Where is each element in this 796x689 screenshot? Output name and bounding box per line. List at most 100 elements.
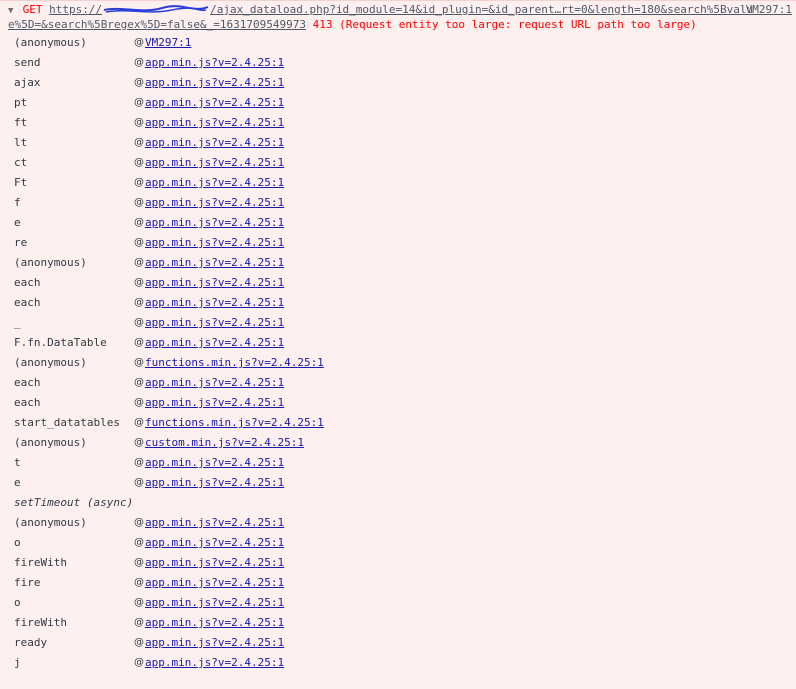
stack-frame-source-link[interactable]: app.min.js?v=2.4.25:1 bbox=[145, 233, 284, 253]
call-stack: (anonymous) @ VM297:1 send @ app.min.js?v=2.4… bbox=[0, 33, 796, 673]
stack-frame-source-link[interactable]: app.min.js?v=2.4.25:1 bbox=[145, 213, 284, 233]
stack-frame-at: @ bbox=[134, 337, 144, 348]
stack-frame: o @ app.min.js?v=2.4.25:1 bbox=[0, 533, 796, 553]
stack-frame-source-link[interactable]: app.min.js?v=2.4.25:1 bbox=[145, 573, 284, 593]
request-url[interactable]: https:// /ajax_dataload.php?id_module=14&… bbox=[49, 3, 753, 16]
stack-frame-function: re bbox=[14, 236, 28, 249]
stack-frame-at: @ bbox=[134, 557, 144, 568]
request-url-prefix: https:// bbox=[49, 3, 103, 16]
stack-frame-source-link[interactable]: app.min.js?v=2.4.25:1 bbox=[145, 613, 284, 633]
stack-frame-function: _ bbox=[14, 316, 21, 329]
stack-frame-source-link[interactable]: functions.min.js?v=2.4.25:1 bbox=[145, 353, 324, 373]
stack-frame: start_datatables @ functions.min.js?v=2.4.… bbox=[0, 413, 796, 433]
request-method: GET bbox=[22, 3, 43, 16]
stack-frame-source-link[interactable]: functions.min.js?v=2.4.25:1 bbox=[145, 413, 324, 433]
stack-frame-source-link[interactable]: app.min.js?v=2.4.25:1 bbox=[145, 93, 284, 113]
stack-frame-source-link[interactable]: app.min.js?v=2.4.25:1 bbox=[145, 513, 284, 533]
stack-frame: lt @ app.min.js?v=2.4.25:1 bbox=[0, 133, 796, 153]
async-separator: setTimeout (async) bbox=[0, 493, 796, 513]
status-message: 413 (Request entity too large: request U… bbox=[312, 18, 697, 31]
stack-frame-source-link[interactable]: app.min.js?v=2.4.25:1 bbox=[145, 193, 284, 213]
stack-frame-function: fireWith bbox=[14, 616, 67, 629]
stack-frame-function: ft bbox=[14, 116, 28, 129]
stack-frame-at: @ bbox=[134, 177, 144, 188]
stack-frame: (anonymous) @ custom.min.js?v=2.4.25:1 bbox=[0, 433, 796, 453]
stack-frame-function: e bbox=[14, 476, 21, 489]
source-link[interactable]: VM297:1 bbox=[746, 3, 792, 17]
stack-frame-at: @ bbox=[134, 237, 144, 248]
stack-frame: fireWith @ app.min.js?v=2.4.25:1 bbox=[0, 613, 796, 633]
stack-frame-at: @ bbox=[134, 457, 144, 468]
request-url-suffix: /ajax_dataload.php?id_module=14&id_plugi… bbox=[210, 3, 754, 16]
request-url-continued[interactable]: e%5D=&search%5Bregex%5D=false&_=16317095… bbox=[8, 18, 306, 31]
stack-frame-at: @ bbox=[134, 77, 144, 88]
stack-frame: fire @ app.min.js?v=2.4.25:1 bbox=[0, 573, 796, 593]
stack-frame-source-link[interactable]: app.min.js?v=2.4.25:1 bbox=[145, 333, 284, 353]
stack-frame-at: @ bbox=[134, 137, 144, 148]
stack-frame-source-link[interactable]: app.min.js?v=2.4.25:1 bbox=[145, 393, 284, 413]
stack-frame-at: @ bbox=[134, 157, 144, 168]
stack-frame-source-link[interactable]: VM297:1 bbox=[145, 33, 191, 53]
console-error-message: ▼ GET https:// /ajax_dataload.php?id_modu… bbox=[0, 0, 796, 689]
stack-frame-function: each bbox=[14, 296, 41, 309]
stack-frame-source-link[interactable]: app.min.js?v=2.4.25:1 bbox=[145, 153, 284, 173]
stack-frame-function: setTimeout (async) bbox=[14, 496, 134, 509]
stack-frame: o @ app.min.js?v=2.4.25:1 bbox=[0, 593, 796, 613]
stack-frame-function: t bbox=[14, 456, 21, 469]
collapse-arrow-icon[interactable]: ▼ bbox=[8, 4, 16, 18]
stack-frame-function: ct bbox=[14, 156, 28, 169]
stack-frame-at: @ bbox=[134, 317, 144, 328]
stack-frame: F.fn.DataTable @ app.min.js?v=2.4.25:1 bbox=[0, 333, 796, 353]
stack-frame: fireWith @ app.min.js?v=2.4.25:1 bbox=[0, 553, 796, 573]
stack-frame-function: fire bbox=[14, 576, 41, 589]
stack-frame-source-link[interactable]: app.min.js?v=2.4.25:1 bbox=[145, 653, 284, 673]
stack-frame-at: @ bbox=[134, 637, 144, 648]
stack-frame: ajax @ app.min.js?v=2.4.25:1 bbox=[0, 73, 796, 93]
stack-frame-at: @ bbox=[134, 597, 144, 608]
stack-frame-source-link[interactable]: app.min.js?v=2.4.25:1 bbox=[145, 113, 284, 133]
stack-frame-function: F.fn.DataTable bbox=[14, 336, 107, 349]
stack-frame-source-link[interactable]: app.min.js?v=2.4.25:1 bbox=[145, 453, 284, 473]
stack-frame-source-link[interactable]: app.min.js?v=2.4.25:1 bbox=[145, 553, 284, 573]
stack-frame: each @ app.min.js?v=2.4.25:1 bbox=[0, 293, 796, 313]
stack-frame-function: o bbox=[14, 536, 21, 549]
stack-frame-at: @ bbox=[134, 577, 144, 588]
stack-frame-at: @ bbox=[134, 277, 144, 288]
stack-frame-source-link[interactable]: app.min.js?v=2.4.25:1 bbox=[145, 313, 284, 333]
stack-frame-function: (anonymous) bbox=[14, 356, 87, 369]
stack-frame-source-link[interactable]: app.min.js?v=2.4.25:1 bbox=[145, 253, 284, 273]
stack-frame: (anonymous) @ functions.min.js?v=2.4.25:1 bbox=[0, 353, 796, 373]
stack-frame: pt @ app.min.js?v=2.4.25:1 bbox=[0, 93, 796, 113]
stack-frame-function: each bbox=[14, 376, 41, 389]
stack-frame-source-link[interactable]: app.min.js?v=2.4.25:1 bbox=[145, 473, 284, 493]
stack-frame-source-link[interactable]: custom.min.js?v=2.4.25:1 bbox=[145, 433, 304, 453]
stack-frame-source-link[interactable]: app.min.js?v=2.4.25:1 bbox=[145, 593, 284, 613]
stack-frame-at: @ bbox=[134, 117, 144, 128]
stack-frame-at: @ bbox=[134, 257, 144, 268]
stack-frame-source-link[interactable]: app.min.js?v=2.4.25:1 bbox=[145, 273, 284, 293]
stack-frame-source-link[interactable]: app.min.js?v=2.4.25:1 bbox=[145, 53, 284, 73]
stack-frame: Ft @ app.min.js?v=2.4.25:1 bbox=[0, 173, 796, 193]
stack-frame-source-link[interactable]: app.min.js?v=2.4.25:1 bbox=[145, 633, 284, 653]
stack-frame-function: ready bbox=[14, 636, 48, 649]
stack-frame: (anonymous) @ app.min.js?v=2.4.25:1 bbox=[0, 253, 796, 273]
stack-frame-at: @ bbox=[134, 517, 144, 528]
stack-frame-source-link[interactable]: app.min.js?v=2.4.25:1 bbox=[145, 533, 284, 553]
stack-frame-at: @ bbox=[134, 57, 144, 68]
stack-frame-source-link[interactable]: app.min.js?v=2.4.25:1 bbox=[145, 293, 284, 313]
stack-frame-function: o bbox=[14, 596, 21, 609]
stack-frame-function: e bbox=[14, 216, 21, 229]
stack-frame-at: @ bbox=[134, 617, 144, 628]
stack-frame-at: @ bbox=[134, 357, 144, 368]
stack-frame-source-link[interactable]: app.min.js?v=2.4.25:1 bbox=[145, 73, 284, 93]
stack-frame-source-link[interactable]: app.min.js?v=2.4.25:1 bbox=[145, 373, 284, 393]
stack-frame-at: @ bbox=[134, 437, 144, 448]
stack-frame-source-link[interactable]: app.min.js?v=2.4.25:1 bbox=[145, 133, 284, 153]
stack-frame: each @ app.min.js?v=2.4.25:1 bbox=[0, 393, 796, 413]
stack-frame: _ @ app.min.js?v=2.4.25:1 bbox=[0, 313, 796, 333]
stack-frame-source-link[interactable]: app.min.js?v=2.4.25:1 bbox=[145, 173, 284, 193]
stack-frame: e @ app.min.js?v=2.4.25:1 bbox=[0, 473, 796, 493]
stack-frame-function: (anonymous) bbox=[14, 516, 87, 529]
stack-frame: each @ app.min.js?v=2.4.25:1 bbox=[0, 373, 796, 393]
stack-frame-function: f bbox=[14, 196, 21, 209]
